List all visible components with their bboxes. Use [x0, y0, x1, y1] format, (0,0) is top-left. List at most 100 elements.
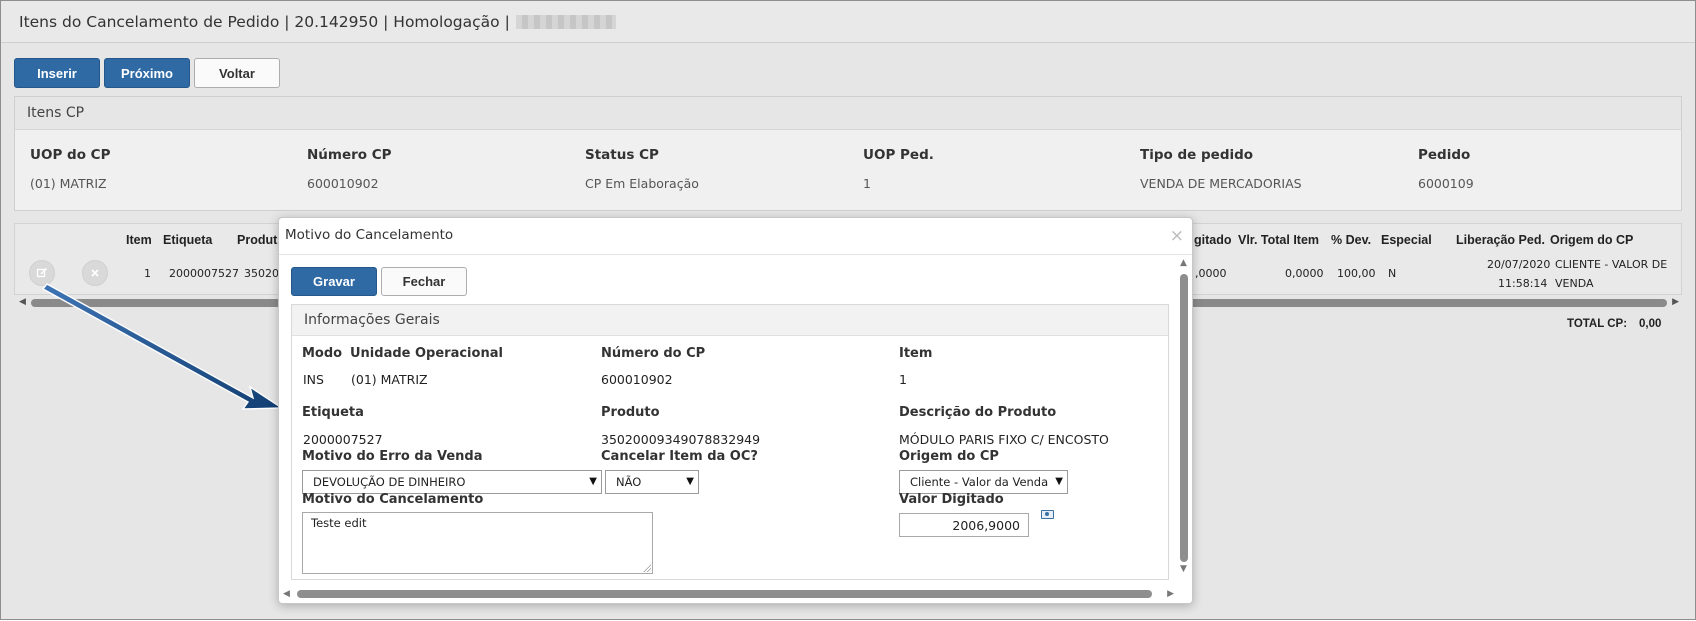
numero-cp-label: Número do CP [601, 346, 706, 361]
column-header-dev[interactable]: % Dev. [1331, 233, 1371, 247]
insert-button[interactable]: Inserir [14, 58, 100, 88]
field-value: VENDA DE MERCADORIAS [1140, 176, 1302, 191]
section-title: Informações Gerais [292, 305, 1168, 336]
input-value: 2006,9000 [952, 517, 1020, 533]
cell-origem-line1: CLIENTE - VALOR DE [1555, 258, 1668, 271]
motivo-cancelamento-textarea[interactable]: Teste edit [302, 512, 653, 574]
scroll-down-icon[interactable]: ▼ [1180, 564, 1187, 574]
field-value: 600010902 [307, 176, 379, 191]
textarea-value: Teste edit [311, 516, 367, 530]
field-label: Tipo de pedido [1140, 147, 1254, 163]
column-header-vlr-total-item[interactable]: Vlr. Total Item [1238, 233, 1319, 247]
general-info-panel: Informações Gerais Modo INS Unidade Oper… [291, 304, 1169, 580]
column-header-etiqueta[interactable]: Etiqueta [163, 233, 212, 247]
close-button[interactable]: Fechar [381, 267, 467, 296]
numero-cp-value: 600010902 [601, 372, 673, 387]
cell-liberacao-date: 20/07/2020 [1487, 258, 1551, 271]
field-label: UOP Ped. [863, 147, 934, 163]
field-value: CP Em Elaboração [585, 176, 699, 191]
uop-value: (01) MATRIZ [351, 372, 428, 387]
cell-item: 1 [144, 267, 151, 280]
panel-title: Itens CP [15, 97, 1681, 130]
scroll-right-icon[interactable]: ▶ [1672, 297, 1679, 307]
cell-produto: 35020 [244, 267, 279, 280]
field-status-cp: Status CP CP Em Elaboração [585, 147, 699, 191]
modo-label: Modo [302, 346, 343, 361]
page-title: Itens do Cancelamento de Pedido | 20.142… [19, 12, 510, 31]
select-value: NÃO [616, 475, 642, 489]
cancel-reason-modal: Motivo do Cancelamento × Gravar Fechar I… [278, 217, 1193, 604]
modo-value: INS [303, 372, 324, 387]
select-value: DEVOLUÇÃO DE DINHEIRO [313, 475, 466, 489]
cancelar-oc-select[interactable]: NÃO ▼ [605, 470, 699, 494]
scroll-left-icon[interactable]: ◀ [19, 297, 26, 307]
modal-title: Motivo do Cancelamento [285, 227, 454, 243]
column-header-especial[interactable]: Especial [1381, 233, 1432, 247]
descricao-value: MÓDULO PARIS FIXO C/ ENCOSTO [899, 432, 1109, 447]
column-header-item[interactable]: Item [126, 233, 152, 247]
field-value: 1 [863, 176, 871, 191]
field-value: (01) MATRIZ [30, 176, 107, 191]
field-label: Número CP [307, 147, 392, 163]
valor-digitado-label: Valor Digitado [899, 492, 1004, 507]
cell-dev: 100,00 [1337, 267, 1376, 280]
field-label: Pedido [1418, 147, 1471, 163]
column-header-liberacao[interactable]: Liberação Ped. [1456, 233, 1545, 247]
field-uop-ped: UOP Ped. 1 [863, 147, 934, 191]
app-window: Itens do Cancelamento de Pedido | 20.142… [0, 0, 1696, 620]
chevron-down-icon: ▼ [589, 476, 597, 487]
scroll-right-icon[interactable]: ▶ [1167, 589, 1174, 599]
cell-especial: N [1388, 267, 1397, 280]
column-header-origem[interactable]: Origem do CP [1550, 233, 1633, 247]
scroll-up-icon[interactable]: ▲ [1180, 258, 1187, 268]
uop-label: Unidade Operacional [350, 346, 503, 361]
cancelar-oc-label: Cancelar Item da OC? [601, 449, 758, 464]
chevron-down-icon: ▼ [686, 476, 694, 487]
money-icon[interactable] [1041, 510, 1054, 519]
field-label: Status CP [585, 147, 659, 163]
save-button[interactable]: Gravar [291, 267, 377, 296]
total-cp-value: 0,00 [1639, 318, 1662, 330]
modal-divider [279, 254, 1192, 255]
field-value: 6000109 [1418, 176, 1474, 191]
field-uop-cp: UOP do CP (01) MATRIZ [30, 147, 110, 191]
item-label: Item [899, 346, 933, 361]
field-tipo-pedido: Tipo de pedido VENDA DE MERCADORIAS [1140, 147, 1302, 191]
produto-value: 35020009349078832949 [601, 432, 761, 447]
cell-etiqueta: 2000007527 [169, 267, 239, 280]
resize-handle-icon[interactable] [643, 564, 651, 572]
scroll-left-icon[interactable]: ◀ [283, 589, 290, 599]
valor-digitado-input[interactable]: 2006,9000 [899, 513, 1029, 537]
modal-vertical-scrollbar[interactable]: ▲ ▼ [1178, 256, 1190, 576]
produto-label: Produto [601, 405, 660, 420]
modal-horizontal-scrollbar[interactable]: ◀ ▶ [281, 588, 1176, 600]
cell-valor-digitado: ,0000 [1195, 267, 1227, 280]
edit-icon[interactable] [29, 260, 55, 286]
etiqueta-value: 2000007527 [303, 432, 383, 447]
next-button[interactable]: Próximo [104, 58, 190, 88]
back-button[interactable]: Voltar [194, 58, 280, 88]
origem-cp-label: Origem do CP [899, 449, 999, 464]
column-header-valor-digitado[interactable]: gitado [1194, 233, 1232, 247]
descricao-label: Descrição do Produto [899, 405, 1057, 420]
column-header-produto[interactable]: Produt [237, 233, 277, 247]
scrollbar-thumb[interactable] [1180, 274, 1188, 562]
motivo-erro-label: Motivo do Erro da Venda [302, 449, 483, 464]
motivo-erro-select[interactable]: DEVOLUÇÃO DE DINHEIRO ▼ [302, 470, 602, 494]
chevron-down-icon: ▼ [1055, 476, 1063, 487]
delete-icon[interactable] [82, 260, 108, 286]
itens-cp-panel: Itens CP UOP do CP (01) MATRIZ Número CP… [14, 96, 1682, 211]
origem-cp-select[interactable]: Cliente - Valor da Venda ▼ [899, 470, 1068, 494]
scrollbar-thumb[interactable] [297, 590, 1152, 598]
total-cp-label: TOTAL CP: [1567, 318, 1628, 330]
cell-origem-line2: VENDA [1555, 277, 1594, 290]
motivo-cancelamento-label: Motivo do Cancelamento [302, 492, 484, 507]
cell-liberacao-time: 11:58:14 [1498, 277, 1548, 290]
redacted-environment-label [515, 14, 616, 29]
cell-vlr-total-item: 0,0000 [1285, 267, 1324, 280]
select-value: Cliente - Valor da Venda [910, 475, 1049, 489]
item-value: 1 [899, 372, 907, 387]
field-numero-cp: Número CP 600010902 [307, 147, 392, 191]
field-pedido: Pedido 6000109 [1418, 147, 1474, 191]
close-icon[interactable]: × [1170, 226, 1184, 246]
